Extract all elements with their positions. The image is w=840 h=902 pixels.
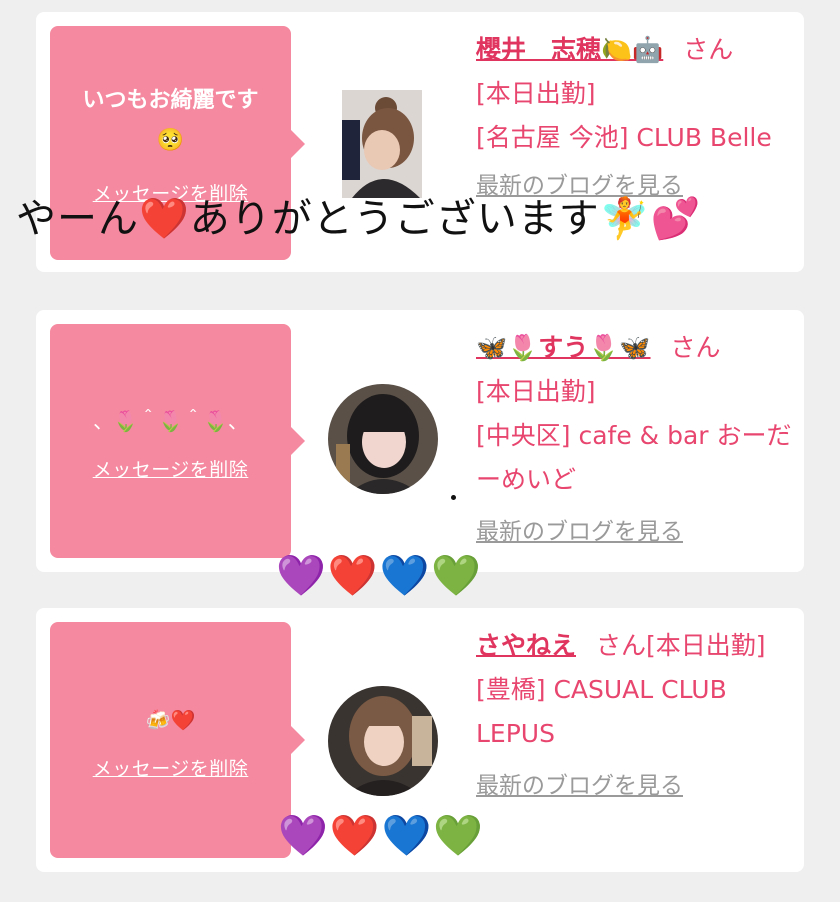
avatar-photo: [328, 384, 438, 494]
profile-name-link[interactable]: さやねえ: [476, 631, 576, 660]
profile-name-link[interactable]: 🦋🌷すう🌷🦋: [476, 333, 651, 362]
shop-line: [豊橋] CASUAL CLUB LEPUS: [476, 675, 727, 748]
message-bubble: 🍻❤️ メッセージを削除: [50, 622, 305, 858]
honorific: さん: [683, 35, 734, 64]
stray-dot: [451, 495, 456, 500]
avatar[interactable]: [328, 384, 438, 494]
profile-info: 櫻井 志穂🍋🤖 さん [本日出勤] [名古屋 今池] CLUB Belle 最新の…: [476, 28, 796, 208]
message-text: 🍻❤️: [145, 707, 196, 732]
view-latest-blog-link[interactable]: 最新のブログを見る: [476, 510, 796, 554]
delete-message-link[interactable]: メッセージを削除: [93, 754, 249, 781]
hearts-sticker: 💜❤️💙💚: [276, 553, 484, 599]
delete-message-link[interactable]: メッセージを削除: [93, 455, 249, 482]
avatar[interactable]: [328, 686, 438, 796]
message-card: 、🌷＾🌷＾🌷、 メッセージを削除 🦋🌷すう🌷🦋 さん [本日出勤] [中央区] c…: [36, 310, 804, 572]
message-text: 、🌷＾🌷＾🌷、: [93, 408, 248, 433]
shop-line: [中央区] cafe & bar おーだーめいど: [476, 421, 792, 494]
shop-line: [名古屋 今池] CLUB Belle: [476, 123, 772, 152]
hearts-sticker: 💜❤️💙💚: [278, 813, 486, 859]
status-line: [本日出勤]: [476, 377, 596, 406]
profile-info: 🦋🌷すう🌷🦋 さん [本日出勤] [中央区] cafe & bar おーだーめいど…: [476, 326, 796, 554]
view-latest-blog-link[interactable]: 最新のブログを見る: [476, 764, 796, 808]
message-text: いつもお綺麗です 🥺: [82, 87, 259, 153]
honorific: さん: [670, 333, 721, 362]
avatar[interactable]: [342, 90, 422, 198]
message-bubble: 、🌷＾🌷＾🌷、 メッセージを削除: [50, 324, 305, 558]
overlay-caption: やーん❤️ありがとうございます🧚💕: [16, 196, 702, 242]
profile-name-link[interactable]: 櫻井 志穂🍋🤖: [476, 35, 663, 64]
honorific: さん[本日出勤]: [596, 631, 766, 660]
avatar-photo: [328, 686, 438, 796]
profile-info: さやねえ さん[本日出勤] [豊橋] CASUAL CLUB LEPUS 最新のブ…: [476, 624, 796, 808]
avatar-photo: [342, 90, 422, 198]
status-line: [本日出勤]: [476, 79, 596, 108]
